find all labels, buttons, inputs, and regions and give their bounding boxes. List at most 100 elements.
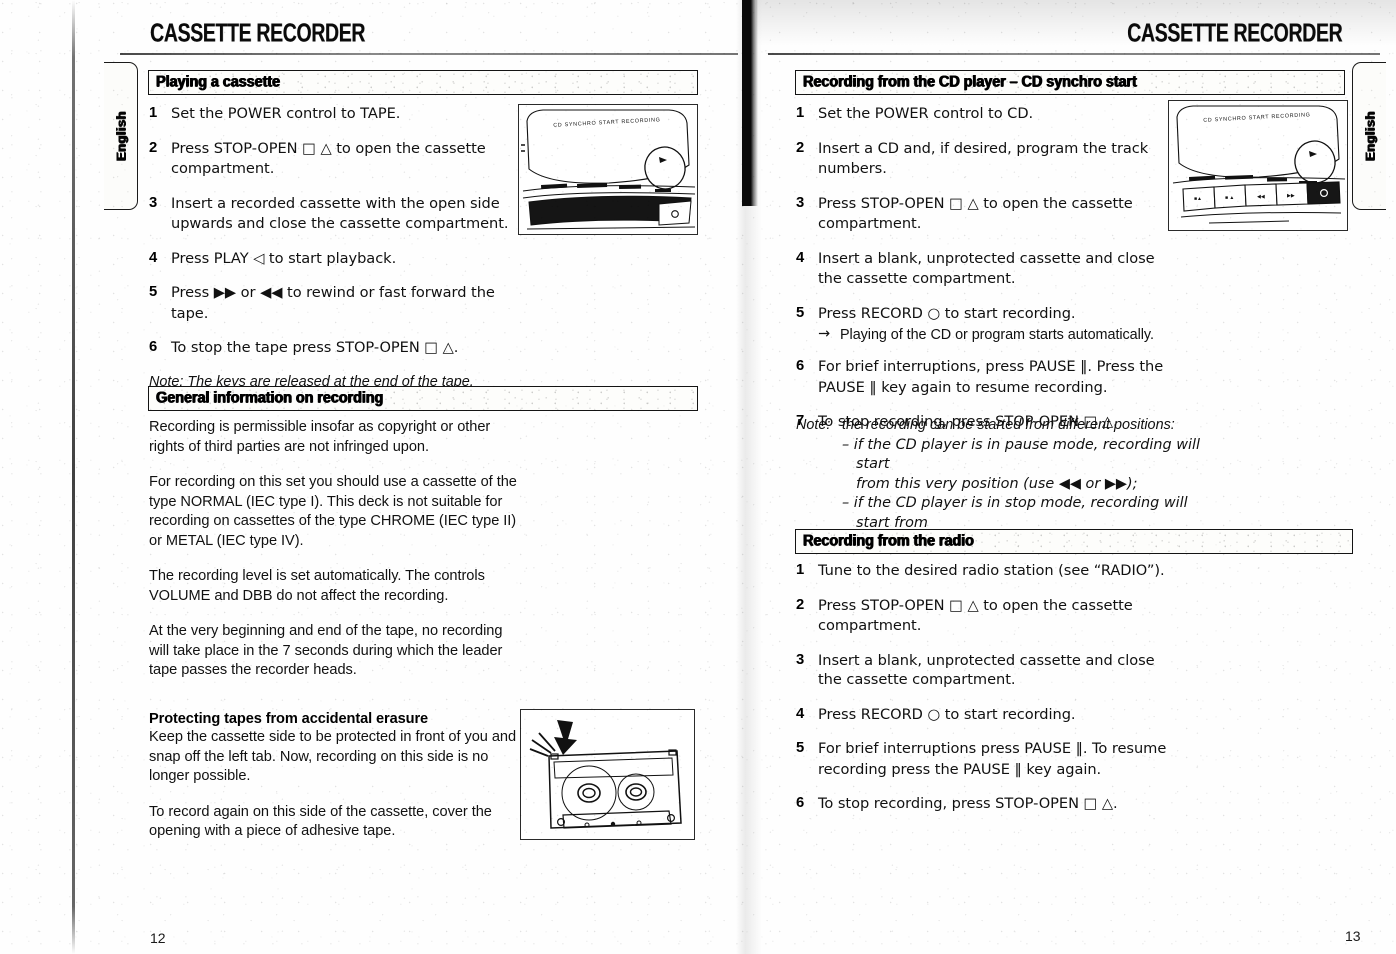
language-tab-left-label: English (113, 111, 128, 161)
step-number: 2 (149, 139, 158, 156)
step-substep: → Playing of the CD or program starts au… (818, 326, 1168, 345)
step-number: 5 (796, 740, 805, 756)
step-number: 1 (796, 562, 805, 578)
list-item: 5 Press ▶▶ or ◀◀ to rewind or fast forwa… (149, 283, 521, 324)
note-item: – if the CD player is in pause mode, rec… (842, 436, 1200, 473)
left-page: CASSETTE RECORDER English Playing a cass… (0, 0, 744, 954)
svg-text:■ ▲: ■ ▲ (1225, 195, 1234, 201)
figure-player-front-right: CD SYNCHRO START RECORDING ■▲ ■ ▲ ◀◀ ▶▶ (1168, 100, 1348, 231)
scan-smudge-top (756, 0, 1396, 46)
playing-a-cassette-steps: 1 Set the POWER control to TAPE. 2 Press… (149, 104, 521, 392)
section-header-recording-cd-player: Recording from the CD player – CD synchr… (795, 70, 1345, 95)
figure-cassette-write-protect (520, 709, 695, 840)
list-item: 2 Press STOP-OPEN □ △ to open the casset… (796, 596, 1196, 637)
paragraph: For recording on this set you should use… (149, 474, 517, 549)
step-text: Insert a blank, unprotected cassette and… (818, 651, 1155, 689)
step-text: Insert a recorded cassette with the open… (171, 194, 509, 233)
section-header-recording-cd-player-label: Recording from the CD player – CD synchr… (803, 74, 1137, 91)
running-head-left: CASSETTE RECORDER (150, 19, 366, 48)
step-text: To stop recording, press STOP-OPEN □ △. (818, 795, 1118, 812)
manual-page-spread: CASSETTE RECORDER English Playing a cass… (0, 0, 1396, 954)
step-number: 3 (796, 194, 805, 211)
step-text: Set the POWER control to TAPE. (171, 105, 401, 122)
step-number: 2 (796, 139, 805, 156)
step-number: 4 (796, 249, 805, 266)
step-number: 3 (796, 651, 805, 668)
list-item: 3 Insert a recorded cassette with the op… (149, 194, 521, 235)
step-number: 4 (149, 249, 158, 266)
step-text: Insert a CD and, if desired, program the… (818, 139, 1149, 178)
page-number-right: 13 (1345, 928, 1361, 944)
section-header-general-information: General information on recording (148, 386, 698, 411)
header-rule-right (768, 53, 1380, 55)
step-substep-text: Playing of the CD or program starts auto… (840, 327, 1154, 343)
step-text: Press RECORD ○ to start recording. (818, 304, 1076, 322)
player-illustration: CD SYNCHRO START RECORDING (519, 105, 697, 234)
svg-text:▶▶: ▶▶ (1287, 193, 1295, 199)
recording-cd-steps: 1 Set the POWER control to CD. 2 Insert … (796, 104, 1168, 447)
note-item: – if the CD player is in stop mode, reco… (842, 495, 1188, 531)
figure-player-front-left: CD SYNCHRO START RECORDING (518, 104, 698, 235)
step-number: 6 (796, 795, 805, 811)
note-item: from this very position (use ◀◀ or ▶▶); (856, 475, 1138, 492)
paragraph: Recording is permissible insofar as copy… (149, 419, 491, 455)
player-illustration: CD SYNCHRO START RECORDING ■▲ ■ ▲ ◀◀ ▶▶ (1169, 101, 1347, 230)
step-text: Press STOP-OPEN □ △ to open the cassette… (818, 596, 1133, 635)
step-number: 5 (796, 304, 805, 321)
list-item: 2 Insert a CD and, if desired, program t… (796, 139, 1168, 180)
step-text: Press RECORD ○ to start recording. (818, 705, 1076, 723)
step-text: Press ▶▶ or ◀◀ to rewind or fast forward… (171, 284, 495, 322)
step-number: 6 (149, 339, 158, 355)
language-tab-right: English (1352, 62, 1386, 210)
scan-gutter-shadow (742, 0, 758, 206)
recording-radio-steps: 1 Tune to the desired radio station (see… (796, 561, 1196, 829)
step-text: Tune to the desired radio station (see “… (818, 562, 1165, 579)
section-header-playing-a-cassette-label: Playing a cassette (156, 74, 280, 91)
step-text: Insert a blank, unprotected cassette and… (818, 249, 1155, 288)
step-text: Press PLAY ◁ to start playback. (171, 249, 397, 267)
language-tab-left: English (104, 62, 138, 210)
list-item: 6 For brief interruptions, press PAUSE ‖… (796, 357, 1168, 398)
step-number: 1 (149, 105, 158, 121)
section-header-recording-radio: Recording from the radio (795, 529, 1353, 554)
note-intro: the recording can be started from differ… (842, 417, 1175, 433)
header-rule-left (120, 53, 738, 55)
svg-text:■▲: ■▲ (1194, 196, 1202, 202)
step-text: Press STOP-OPEN □ △ to open the cassette… (818, 194, 1133, 233)
general-information-body: Recording is permissible insofar as copy… (149, 418, 524, 697)
subsection-heading: Protecting tapes from accidental erasure (149, 711, 429, 727)
list-item: 1 Set the POWER control to CD. (796, 104, 1168, 125)
list-item: 4 Insert a blank, unprotected cassette a… (796, 249, 1168, 290)
cassette-illustration (521, 710, 694, 839)
step-number: 1 (796, 105, 805, 121)
list-item: 5 Press RECORD ○ to start recording. → P… (796, 304, 1168, 346)
protecting-tapes-body: Protecting tapes from accidental erasure… (149, 711, 521, 858)
step-number: 6 (796, 358, 805, 374)
arrow-icon: → (818, 326, 831, 342)
scan-binding-edge (72, 0, 75, 954)
step-number: 4 (796, 705, 805, 722)
list-item: 1 Set the POWER control to TAPE. (149, 104, 521, 125)
step-text: Set the POWER control to CD. (818, 105, 1034, 122)
paragraph: At the very beginning and end of the tap… (149, 623, 503, 678)
list-item: 1 Tune to the desired radio station (see… (796, 561, 1196, 582)
step-text: For brief interruptions, press PAUSE ‖. … (818, 358, 1164, 396)
language-tab-right-label: English (1362, 111, 1377, 161)
paragraph: Keep the cassette side to be protected i… (149, 729, 517, 784)
list-item: 4 Press RECORD ○ to start recording. (796, 705, 1196, 726)
note-label: Note: (796, 417, 831, 433)
section-header-playing-a-cassette: Playing a cassette (148, 70, 698, 95)
list-item: 2 Press STOP-OPEN □ △ to open the casset… (149, 139, 521, 180)
list-item: 5 For brief interruptions press PAUSE ‖.… (796, 739, 1196, 780)
list-item: 6 To stop recording, press STOP-OPEN □ △… (796, 794, 1196, 815)
step-text: For brief interruptions press PAUSE ‖. T… (818, 740, 1167, 778)
paragraph: To record again on this side of the cass… (149, 803, 492, 840)
list-item: 3 Insert a blank, unprotected cassette a… (796, 651, 1196, 691)
page-number-left: 12 (150, 930, 166, 946)
list-item: 3 Press STOP-OPEN □ △ to open the casset… (796, 194, 1168, 235)
svg-text:◀◀: ◀◀ (1257, 194, 1265, 200)
step-number: 5 (149, 284, 158, 300)
step-number: 3 (149, 194, 158, 211)
list-item: 4 Press PLAY ◁ to start playback. (149, 249, 521, 270)
section-header-general-information-label: General information on recording (156, 390, 384, 407)
